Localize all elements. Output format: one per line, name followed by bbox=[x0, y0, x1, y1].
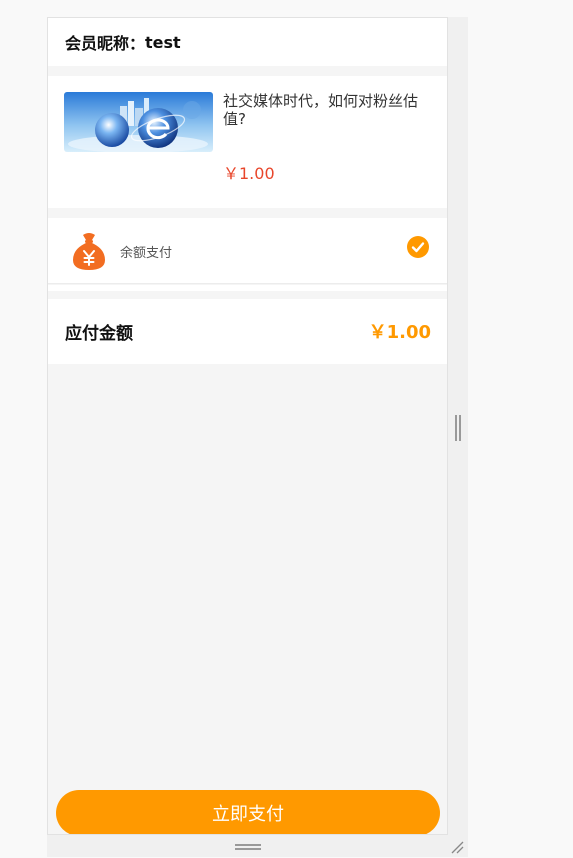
phone-viewport: 会员昵称： test 社交媒体时代，如何对粉丝估值? ￥1.00 余额支付 应付… bbox=[47, 17, 448, 835]
payment-method-label: 余额支付 bbox=[120, 246, 173, 261]
check-circle-icon[interactable] bbox=[407, 236, 429, 258]
resize-corner-icon[interactable] bbox=[450, 840, 464, 854]
globe-tech-image bbox=[64, 92, 213, 152]
resize-handle-bottom[interactable] bbox=[235, 844, 261, 850]
product-price: ￥1.00 bbox=[223, 164, 275, 183]
amount-due-label: 应付金额 bbox=[65, 324, 133, 344]
divider-strip bbox=[48, 285, 447, 291]
member-info-row: 会员昵称： test bbox=[48, 18, 447, 66]
member-label: 会员昵称： bbox=[65, 34, 146, 53]
member-name: test bbox=[145, 32, 181, 52]
product-card[interactable]: 社交媒体时代，如何对粉丝估值? ￥1.00 bbox=[48, 76, 447, 208]
product-thumbnail bbox=[64, 92, 213, 152]
payment-method-balance[interactable]: 余额支付 bbox=[48, 218, 447, 284]
pay-now-button[interactable]: 立即支付 bbox=[56, 790, 440, 834]
resize-handle-right[interactable] bbox=[455, 415, 461, 441]
product-title: 社交媒体时代，如何对粉丝估值? bbox=[223, 92, 419, 128]
amount-due-value: ￥1.00 bbox=[368, 322, 431, 343]
amount-due-row: 应付金额 ￥1.00 bbox=[48, 299, 447, 364]
moneybag-icon bbox=[73, 233, 105, 270]
